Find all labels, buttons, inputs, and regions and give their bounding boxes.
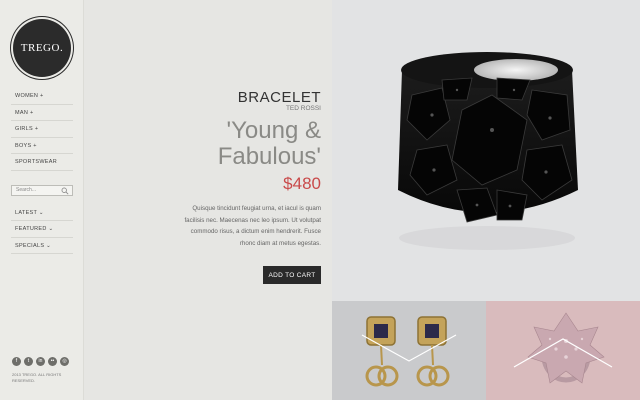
- add-to-cart-button[interactable]: ADD TO CART: [263, 266, 321, 284]
- nav-item-sportswear[interactable]: SPORTSWEAR: [11, 154, 73, 171]
- nav-item-man[interactable]: MAN +: [11, 105, 73, 122]
- main-nav: WOMEN + MAN + GIRLS + BOYS + SPORTSWEAR: [11, 88, 73, 171]
- product-info: BRACELET TED ROSSI 'Young & Fabulous' $4…: [85, 0, 332, 400]
- product-price: $480: [283, 174, 321, 193]
- nav-item-specials[interactable]: SPECIALS ⌄: [11, 238, 73, 254]
- earrings-illustration: [361, 316, 457, 387]
- product-description: Quisque tincidunt feugiat urna, et iacul…: [184, 205, 321, 247]
- search-icon[interactable]: [61, 187, 69, 195]
- dribbble-icon[interactable]: ◎: [60, 357, 69, 366]
- product-tagline: 'Young & Fabulous': [217, 117, 321, 170]
- search-input[interactable]: Search...: [11, 185, 73, 196]
- product-image-bracelet: [332, 0, 640, 301]
- sidebar: TREGO. WOMEN + MAN + GIRLS + BOYS + SPOR…: [0, 0, 84, 400]
- flickr-icon[interactable]: ••: [48, 357, 57, 366]
- product-title: BRACELET: [237, 89, 321, 106]
- nav-item-latest[interactable]: LATEST ⌄: [11, 205, 73, 222]
- facebook-icon[interactable]: f: [12, 357, 21, 366]
- bracelet-illustration: [398, 52, 578, 250]
- search-placeholder: Search...: [16, 187, 37, 193]
- product-thumbnail-ring[interactable]: [486, 301, 640, 400]
- logo-text: TREGO.: [20, 42, 64, 54]
- nav-item-women[interactable]: WOMEN +: [11, 88, 73, 105]
- filter-nav: LATEST ⌄ FEATURED ⌄ SPECIALS ⌄: [11, 205, 73, 254]
- ring-illustration: [513, 312, 613, 384]
- nav-item-girls[interactable]: GIRLS +: [11, 121, 73, 138]
- copyright: 2013 TREGO. ALL RIGHTS RESERVED.: [12, 372, 62, 383]
- product-brand: TED ROSSI: [285, 105, 321, 112]
- twitter-icon[interactable]: t: [24, 357, 33, 366]
- nav-item-featured[interactable]: FEATURED ⌄: [11, 221, 73, 238]
- logo[interactable]: TREGO.: [13, 19, 71, 77]
- social-links: f t in •• ◎: [12, 357, 69, 366]
- product-thumbnail-earrings[interactable]: [332, 301, 486, 400]
- nav-item-boys[interactable]: BOYS +: [11, 138, 73, 155]
- linkedin-icon[interactable]: in: [36, 357, 45, 366]
